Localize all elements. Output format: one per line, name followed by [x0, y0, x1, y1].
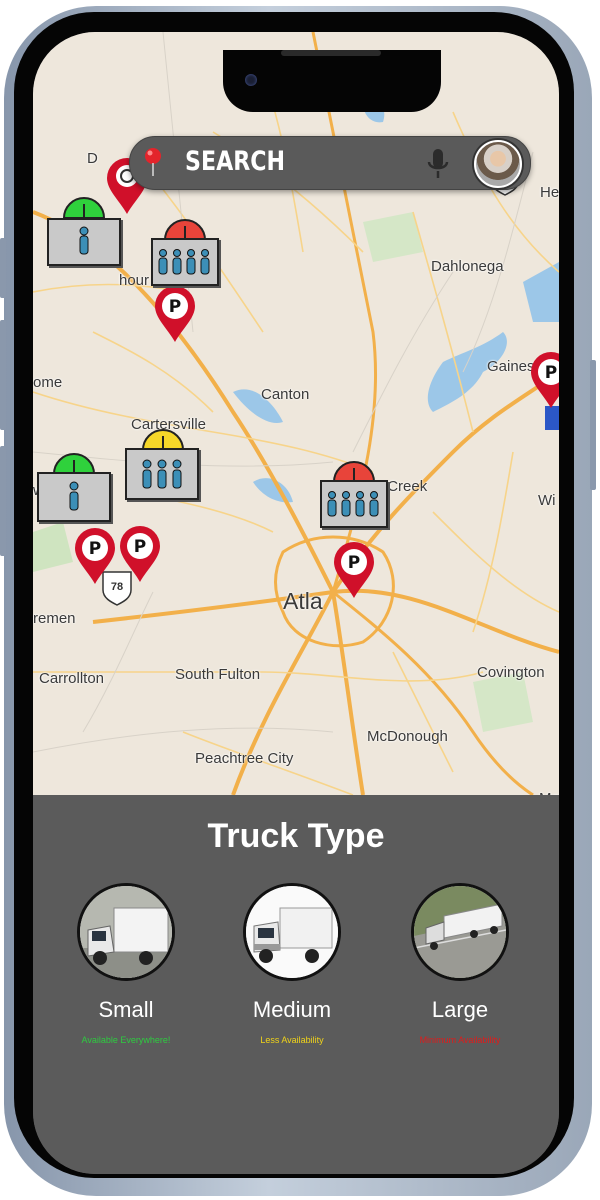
truck-availability: Minimum Availability	[419, 1035, 501, 1045]
truck-availability: Less Availability	[260, 1035, 324, 1045]
place-label: Covington	[477, 664, 545, 681]
place-label: South Fulton	[175, 666, 261, 683]
svg-text:P: P	[545, 363, 557, 383]
svg-text:P: P	[134, 537, 146, 557]
volume-up-button	[0, 238, 6, 298]
place-label: He	[540, 184, 559, 201]
front-camera	[245, 74, 257, 86]
place-label: ome	[33, 374, 63, 391]
location-pin-icon	[145, 148, 161, 176]
parking-marker[interactable]: P	[332, 540, 376, 600]
large-truck-image[interactable]	[411, 883, 509, 981]
power-button	[590, 360, 596, 490]
truck-option-small[interactable]: Small Available Everywhere!	[51, 883, 201, 1045]
crowd-low-icon[interactable]	[37, 472, 111, 522]
place-label: D	[87, 150, 98, 167]
crowd-high-icon[interactable]	[320, 480, 388, 528]
truck-name: Medium	[252, 997, 332, 1022]
search-bar[interactable]: SEARCH	[129, 136, 531, 190]
truck-name: Small	[98, 997, 154, 1022]
small-truck-image[interactable]	[77, 883, 175, 981]
parking-marker[interactable]: P	[118, 524, 162, 584]
crowd-high-icon[interactable]	[151, 238, 219, 286]
crowd-medium-icon[interactable]	[125, 448, 199, 500]
truck-option-medium[interactable]: Medium Less Availability	[217, 883, 367, 1045]
panel-title: Truck Type	[207, 817, 385, 855]
user-avatar[interactable]	[474, 140, 522, 188]
truck-availability: Available Everywhere!	[81, 1035, 171, 1045]
parking-marker[interactable]: P	[529, 350, 559, 410]
svg-text:P: P	[169, 297, 181, 317]
place-label: Peachtree City	[195, 750, 294, 767]
parking-marker[interactable]: P	[153, 284, 197, 344]
svg-text:P: P	[89, 539, 101, 559]
volume-down-button	[0, 320, 6, 430]
place-label: Carrollton	[39, 670, 105, 687]
place-label: Canton	[261, 386, 310, 403]
green-gauge-icon	[62, 197, 106, 219]
place-label: hour	[119, 272, 150, 289]
place-label: Dahlonega	[431, 258, 504, 275]
svg-text:P: P	[348, 553, 360, 573]
search-label[interactable]: SEARCH	[185, 146, 285, 177]
truck-type-panel: Truck Type Small Available Everywhere! M…	[33, 795, 559, 1174]
place-label: remen	[33, 610, 76, 627]
place-label: Wi	[538, 492, 556, 509]
notch	[223, 50, 441, 112]
crowd-low-icon[interactable]	[47, 218, 121, 266]
place-label: McDonough	[367, 728, 448, 745]
parking-marker[interactable]: P	[73, 526, 117, 586]
truck-option-large[interactable]: Large Minimum Availability	[385, 883, 535, 1045]
speaker	[281, 50, 381, 56]
place-label: Atla	[283, 588, 323, 614]
screen: 19 78 DahlonegaGainesvillCantonCartersvi…	[33, 32, 559, 1174]
truck-name: Large	[431, 997, 489, 1022]
microphone-icon[interactable]	[427, 148, 449, 180]
medium-truck-image[interactable]	[243, 883, 341, 981]
mute-switch	[0, 446, 6, 556]
